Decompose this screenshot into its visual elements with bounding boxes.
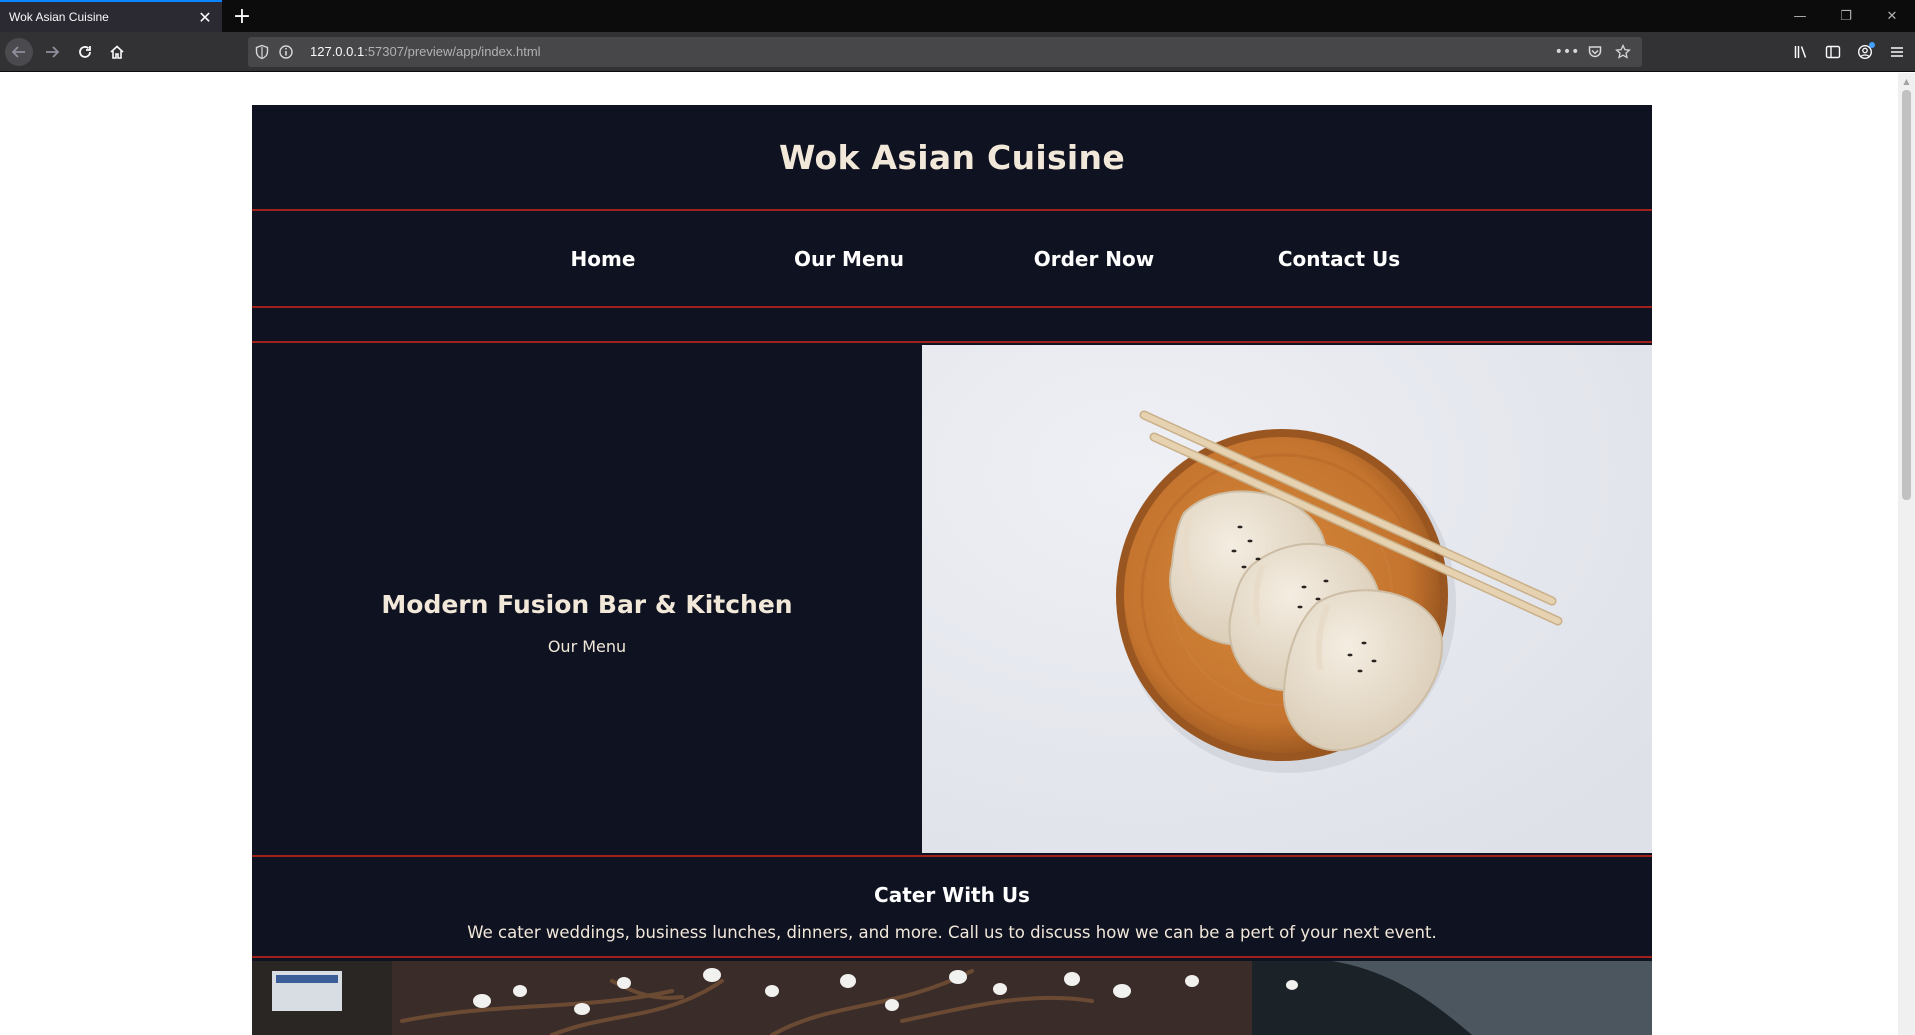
window-controls: — ❐ ✕ (1777, 0, 1915, 32)
url-path: :57307/preview/app/index.html (364, 44, 541, 59)
cater-title: Cater With Us (874, 883, 1030, 907)
nav-link-home[interactable]: Home (571, 247, 636, 271)
tab-strip: Wok Asian Cuisine ✕ + — ❐ ✕ (0, 0, 1915, 32)
sidebar-icon[interactable] (1819, 38, 1847, 66)
restore-icon[interactable]: ❐ (1823, 0, 1869, 32)
url-text: 127.0.0.1:57307/preview/app/index.html (310, 44, 541, 59)
cater-section: Cater With Us We cater weddings, busines… (252, 859, 1652, 955)
hero-top-divider (252, 341, 1652, 343)
url-host: 127.0.0.1 (310, 44, 365, 59)
new-tab-icon[interactable]: + (228, 2, 256, 30)
nav-link-order-now[interactable]: Order Now (1034, 247, 1155, 271)
active-tab[interactable]: Wok Asian Cuisine ✕ (0, 0, 222, 32)
pocket-icon[interactable] (1584, 42, 1606, 62)
nav-link-our-menu[interactable]: Our Menu (794, 247, 904, 271)
nav-divider (252, 306, 1652, 308)
vertical-scrollbar[interactable]: ▲ (1898, 73, 1915, 1035)
nav-link-contact-us[interactable]: Contact Us (1278, 247, 1400, 271)
account-icon[interactable] (1851, 38, 1879, 66)
address-bar[interactable]: 127.0.0.1:57307/preview/app/index.html •… (248, 37, 1642, 67)
site-container: Wok Asian Cuisine Home Our Menu Order No… (252, 105, 1652, 1035)
menu-hamburger-icon[interactable] (1883, 38, 1911, 66)
site-title: Wok Asian Cuisine (778, 137, 1126, 177)
notification-dot (1869, 42, 1875, 48)
dumplings-hero-image (922, 345, 1652, 853)
site-navigation: Home Our Menu Order Now Contact Us (252, 211, 1652, 307)
home-icon[interactable] (103, 38, 131, 66)
table-decor-image (252, 961, 1652, 1035)
hero-title: Modern Fusion Bar & Kitchen (381, 590, 793, 619)
more-actions-icon[interactable]: ••• (1555, 42, 1580, 62)
site-header: Wok Asian Cuisine (252, 105, 1652, 209)
hero-menu-link[interactable]: Our Menu (252, 637, 922, 656)
url-actions: ••• (1555, 42, 1634, 62)
cater-bottom-divider (252, 956, 1652, 958)
back-arrow-icon[interactable] (5, 38, 33, 66)
reload-icon[interactable] (71, 38, 99, 66)
shield-icon[interactable] (254, 44, 270, 60)
bookmark-star-icon[interactable] (1612, 42, 1634, 62)
toolbar-right (1787, 38, 1911, 66)
hero-bottom-divider (252, 855, 1652, 857)
library-icon[interactable] (1787, 38, 1815, 66)
minimize-icon[interactable]: — (1777, 0, 1823, 32)
scroll-up-arrow-icon[interactable]: ▲ (1898, 73, 1915, 90)
page-viewport: Wok Asian Cuisine Home Our Menu Order No… (0, 73, 1915, 1035)
scrollbar-thumb[interactable] (1902, 90, 1911, 500)
forward-arrow-icon[interactable] (38, 38, 66, 66)
info-icon[interactable] (278, 44, 294, 60)
close-tab-icon[interactable]: ✕ (194, 6, 216, 28)
cater-description: We cater weddings, business lunches, din… (467, 923, 1437, 942)
hero-text-panel: Modern Fusion Bar & Kitchen Our Menu (252, 345, 922, 853)
tab-title: Wok Asian Cuisine (9, 10, 109, 24)
close-window-icon[interactable]: ✕ (1869, 0, 1915, 32)
